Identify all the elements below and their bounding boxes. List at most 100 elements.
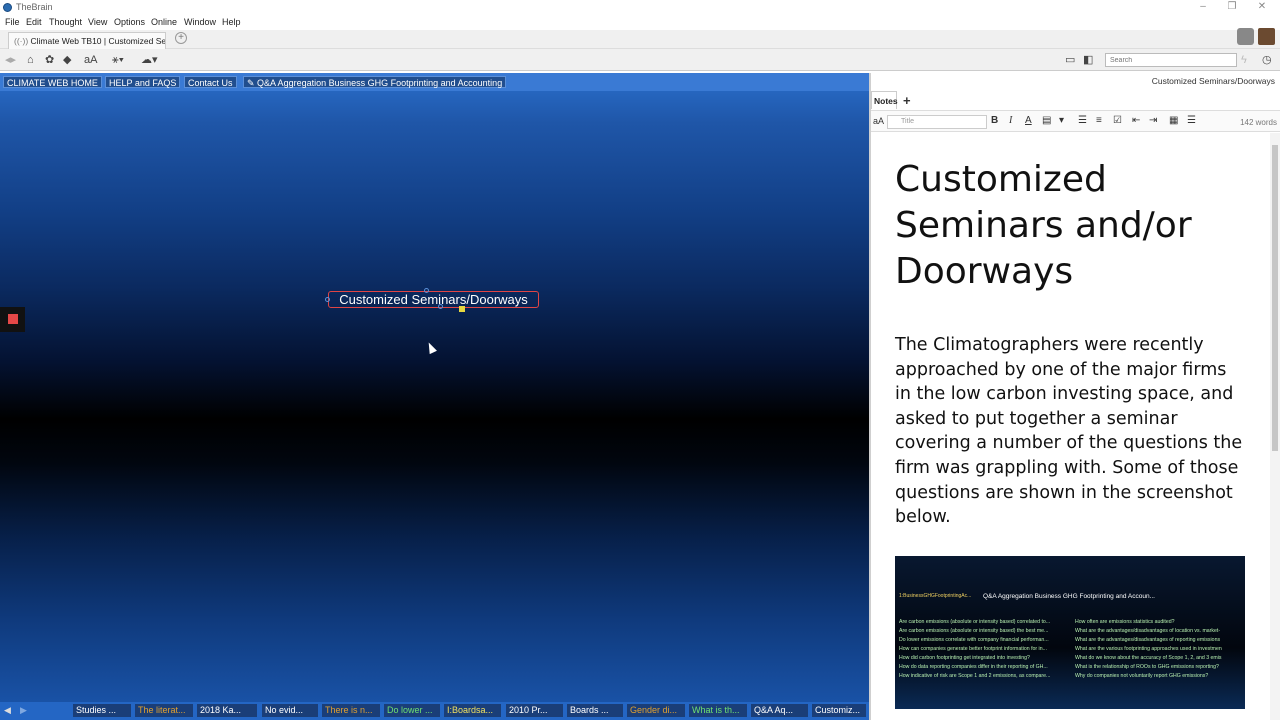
embedded-item: Are carbon emissions (absolute or intens… — [899, 619, 1051, 625]
recent-thought[interactable]: What is th... — [689, 704, 747, 717]
app-title: TheBrain — [16, 2, 53, 12]
font-size-icon[interactable]: aA — [84, 53, 97, 67]
brain-icon[interactable]: ✿ — [45, 53, 54, 67]
menu-window[interactable]: Window — [184, 17, 216, 27]
menu-edit[interactable]: Edit — [26, 17, 42, 27]
pins-bar: CLIMATE WEB HOME HELP and FAQS Contact U… — [0, 73, 869, 91]
layout-icon[interactable]: ⚹▾ — [112, 53, 124, 67]
back-icon[interactable]: ◂▸ — [5, 53, 16, 67]
menu-view[interactable]: View — [88, 17, 107, 27]
tab-bar: ((·)) Climate Web TB10 | Customized Sem.… — [0, 30, 1280, 49]
tab-broadcast-icon: ((·)) — [14, 36, 31, 46]
recent-thought[interactable]: Customiz... — [812, 704, 866, 717]
layout-side-icon[interactable]: ◧ — [1083, 53, 1093, 67]
numbered-list-icon[interactable]: ≡ — [1096, 115, 1102, 127]
table-icon[interactable]: ▦ — [1169, 115, 1178, 127]
recent-thought[interactable]: Do lower ... — [384, 704, 440, 717]
plex-view[interactable]: CLIMATE WEB HOME HELP and FAQS Contact U… — [0, 73, 869, 702]
title-field[interactable]: Title — [887, 115, 987, 129]
embedded-item: Are carbon emissions (absolute or intens… — [899, 628, 1049, 634]
tab-notes[interactable]: Notes — [871, 91, 898, 109]
tag-icon: ✎ — [247, 78, 258, 88]
highlight-icon[interactable]: ▤ — [1042, 115, 1051, 127]
layout-bottom-icon[interactable]: ▭ — [1065, 53, 1075, 67]
note-body: The Climatographers were recently approa… — [895, 335, 1243, 528]
recent-thought[interactable]: There is n... — [322, 704, 380, 717]
menu-help[interactable]: Help — [222, 17, 241, 27]
menu-bar: File Edit Thought View Options Online Wi… — [0, 15, 1280, 30]
active-thought-node[interactable]: Customized Seminars/Doorways — [328, 291, 539, 308]
embedded-item: Do lower emissions correlate with compan… — [899, 637, 1049, 643]
recent-thought[interactable]: Gender di... — [627, 704, 685, 717]
outdent-icon[interactable]: ⇤ — [1132, 115, 1140, 127]
tab-climate-web[interactable]: ((·)) Climate Web TB10 | Customized Sem.… — [8, 32, 166, 49]
embedded-item: What do we know about the accuracy of Sc… — [1075, 655, 1222, 661]
minimize-icon[interactable]: – — [1193, 1, 1213, 12]
italic-button[interactable]: I — [1009, 115, 1012, 127]
scrollbar-thumb[interactable] — [1272, 145, 1278, 451]
jump-gate[interactable] — [325, 297, 330, 302]
pin-help-faqs[interactable]: HELP and FAQS — [105, 76, 181, 88]
child-gate[interactable] — [438, 304, 443, 309]
recent-thought[interactable]: Boards ... — [567, 704, 623, 717]
cloud-sync-icon[interactable] — [1237, 28, 1254, 45]
embedded-item: How can companies generate better footpr… — [899, 646, 1047, 652]
notes-panel: Customized Seminars/Doorways Notes + aA … — [871, 73, 1280, 720]
app-logo-icon — [3, 3, 12, 12]
recent-thought[interactable]: 2010 Pr... — [506, 704, 563, 717]
menu-online[interactable]: Online — [151, 17, 177, 27]
recent-thought[interactable]: Q&A Aq... — [751, 704, 808, 717]
text-color-icon[interactable]: A — [1025, 115, 1032, 127]
stop-icon — [8, 314, 18, 324]
stop-button[interactable] — [0, 307, 25, 332]
embedded-item: What are the various footprinting approa… — [1075, 646, 1222, 652]
recent-thought[interactable]: The literat... — [135, 704, 193, 717]
lightning-icon[interactable]: ϟ — [1241, 53, 1247, 67]
tag-icon[interactable]: ◆ — [63, 53, 71, 67]
font-size-icon[interactable]: aA — [873, 115, 884, 127]
history-clock-icon[interactable]: ◷ — [1262, 53, 1272, 67]
mouse-cursor-icon — [425, 340, 437, 355]
user-avatar[interactable] — [1258, 28, 1275, 45]
notes-scrollbar[interactable] — [1270, 133, 1280, 720]
checkbox-icon[interactable]: ☑ — [1113, 115, 1122, 127]
new-tab-button[interactable]: + — [175, 32, 187, 44]
parent-gate[interactable] — [424, 288, 429, 293]
recent-thought[interactable]: I:Boardsa... — [444, 704, 501, 717]
note-indicator-icon — [459, 306, 465, 312]
word-count: 142 words — [1240, 118, 1277, 127]
align-icon[interactable]: ☰ — [1187, 115, 1196, 127]
bullet-list-icon[interactable]: ☰ — [1078, 115, 1087, 127]
menu-file[interactable]: File — [5, 17, 20, 27]
pin-contact-us[interactable]: Contact Us — [184, 76, 237, 88]
scroll-left-icon[interactable]: ◀ — [4, 705, 11, 716]
search-input[interactable] — [1105, 53, 1237, 67]
add-tab-button[interactable]: + — [903, 93, 911, 108]
cloud-icon[interactable]: ☁▾ — [141, 53, 158, 67]
pin-qa-aggregation-label: Q&A Aggregation Business GHG Footprintin… — [257, 78, 503, 88]
recent-thought[interactable]: No evid... — [262, 704, 318, 717]
pin-qa-aggregation[interactable]: ✎ Q&A Aggregation Business GHG Footprint… — [243, 76, 507, 88]
embedded-item: How did carbon footprinting get integrat… — [899, 655, 1030, 661]
restore-icon[interactable]: ❐ — [1222, 1, 1242, 12]
recent-thought[interactable]: Studies ... — [73, 704, 131, 717]
home-icon[interactable]: ⌂ — [27, 53, 34, 67]
recent-thoughts-bar: ◀ ▶ Studies ... The literat... 2018 Ka..… — [0, 702, 869, 720]
title-bar: TheBrain – ❐ ✕ — [0, 0, 1280, 15]
scroll-right-icon[interactable]: ▶ — [20, 705, 27, 716]
notes-breadcrumb: Customized Seminars/Doorways — [1151, 76, 1275, 86]
embedded-item: What are the advantages/disadvantages of… — [1075, 637, 1221, 643]
note-document[interactable]: Customized Seminars and/or Doorways The … — [871, 133, 1269, 720]
recent-thought[interactable]: 2018 Ka... — [197, 704, 257, 717]
menu-options[interactable]: Options — [114, 17, 145, 27]
menu-thought[interactable]: Thought — [49, 17, 82, 27]
indent-icon[interactable]: ⇥ — [1149, 115, 1157, 127]
embedded-left-label: 1:BusinessGHGFootprintingAc... — [899, 593, 972, 599]
close-icon[interactable]: ✕ — [1252, 1, 1272, 12]
embedded-item: Why do companies not voluntarily report … — [1075, 673, 1209, 679]
embedded-item: How often are emissions statistics audit… — [1075, 619, 1175, 625]
style-dropdown-icon[interactable]: ▾ — [1059, 115, 1064, 127]
embedded-item: How do data reporting companies differ i… — [899, 664, 1048, 670]
pin-climate-web-home[interactable]: CLIMATE WEB HOME — [3, 76, 102, 88]
bold-button[interactable]: B — [991, 115, 998, 127]
